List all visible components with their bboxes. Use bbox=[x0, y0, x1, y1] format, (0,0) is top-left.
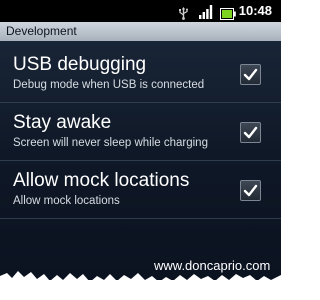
setting-title: Stay awake bbox=[13, 112, 112, 133]
setting-summary: Allow mock locations bbox=[13, 195, 120, 207]
status-bar: 10:48 bbox=[0, 0, 281, 22]
allow-mock-locations-checkbox[interactable] bbox=[240, 180, 261, 201]
settings-screen: 10:48 Development USB debugging Debug mo… bbox=[0, 0, 281, 280]
signal-strength-icon bbox=[199, 4, 213, 23]
setting-summary: Debug mode when USB is connected bbox=[13, 79, 205, 91]
checkmark-icon bbox=[243, 184, 258, 197]
setting-title: USB debugging bbox=[13, 54, 147, 75]
setting-summary: Screen will never sleep while charging bbox=[13, 137, 208, 149]
page-title: Development bbox=[6, 24, 77, 38]
setting-allow-mock-locations[interactable]: Allow mock locations Allow mock location… bbox=[0, 161, 281, 218]
checkmark-icon bbox=[243, 126, 258, 139]
title-bar: Development bbox=[0, 22, 281, 41]
status-time: 10:48 bbox=[238, 3, 272, 18]
setting-stay-awake[interactable]: Stay awake Screen will never sleep while… bbox=[0, 103, 281, 160]
usb-debugging-checkbox[interactable] bbox=[240, 64, 261, 85]
divider bbox=[0, 218, 281, 219]
setting-title: Allow mock locations bbox=[13, 170, 190, 191]
checkmark-icon bbox=[243, 68, 258, 81]
stay-awake-checkbox[interactable] bbox=[240, 122, 261, 143]
torn-edge bbox=[0, 271, 281, 300]
setting-usb-debugging[interactable]: USB debugging Debug mode when USB is con… bbox=[0, 45, 281, 102]
